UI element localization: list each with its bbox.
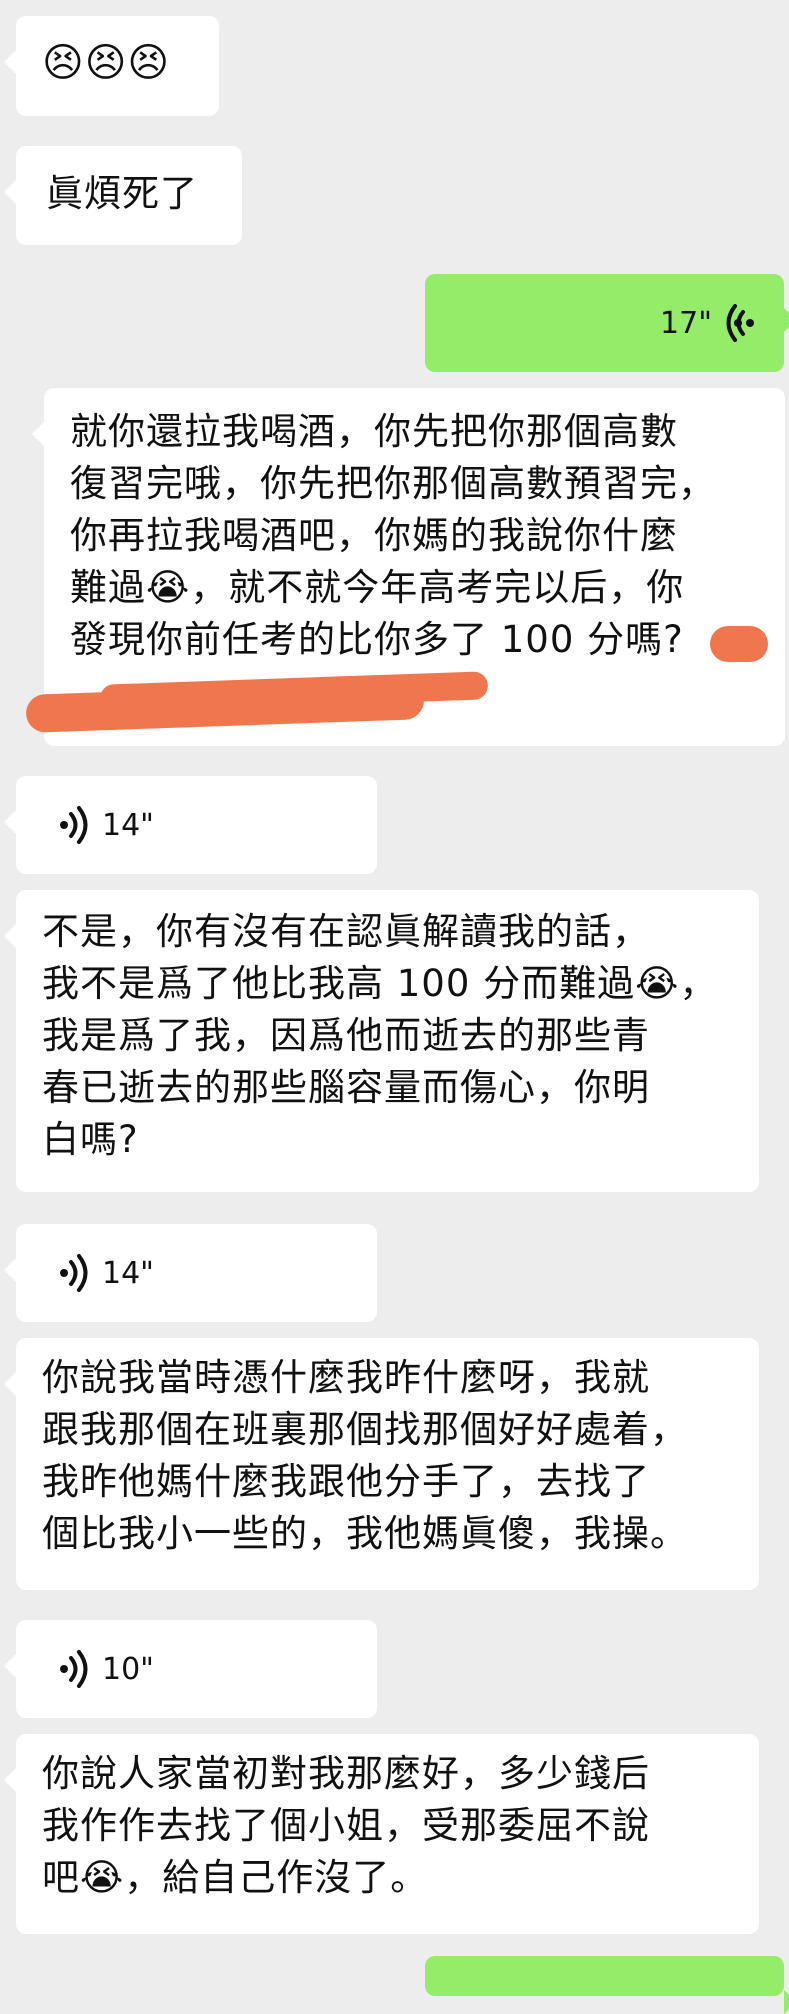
- voice-message-content: 10": [58, 1620, 154, 1718]
- voice-message-content: 14": [58, 1224, 154, 1322]
- message-text: 你說人家當初對我那麼好，多少錢后 我作作去找了個小姐，受那委屈不說 吧😭，給自己…: [42, 1752, 650, 1899]
- voice-message-content: 17": [660, 274, 756, 372]
- voice-wave-icon: [60, 1650, 88, 1688]
- voice-message-bubble-sent[interactable]: 17": [425, 274, 789, 372]
- voice-duration: 14": [102, 1255, 154, 1291]
- voice-message-bubble-received[interactable]: 10": [4, 1620, 377, 1718]
- voice-duration: 17": [660, 305, 712, 341]
- message-bubble-text[interactable]: 眞煩死了: [4, 146, 242, 245]
- message-text: 😣😣😣: [42, 40, 171, 86]
- message-text: 眞煩死了: [46, 172, 198, 215]
- message-bubble-text[interactable]: 你說人家當初對我那麼好，多少錢后 我作作去找了個小姐，受那委屈不說 吧😭，給自己…: [4, 1734, 759, 1934]
- voice-message-content: 14": [58, 776, 154, 874]
- redaction-scribble: [710, 626, 768, 662]
- message-bubble-emoji[interactable]: 😣😣😣: [4, 16, 219, 116]
- message-bubble-text[interactable]: 就你還拉我喝酒，你先把你那個高數 復習完哦，你先把你那個高數預習完， 你再拉我喝…: [25, 388, 785, 746]
- voice-duration: 10": [102, 1651, 154, 1687]
- message-bubble-text[interactable]: 不是，你有沒有在認眞解讀我的話， 我不是爲了他比我高 100 分而難過😭， 我是…: [4, 890, 759, 1192]
- message-bubble-sent-partial[interactable]: [425, 1956, 789, 2014]
- voice-wave-icon: [726, 304, 754, 342]
- message-text: 你說我當時憑什麼我昨什麼呀，我就 跟我那個在班裏那個找那個好好處着， 我昨他媽什…: [42, 1356, 688, 1555]
- message-bubble-text[interactable]: 你說我當時憑什麼我昨什麼呀，我就 跟我那個在班裏那個找那個好好處着， 我昨他媽什…: [4, 1338, 759, 1590]
- voice-message-bubble-received[interactable]: 14": [4, 776, 377, 874]
- voice-wave-icon: [60, 1254, 88, 1292]
- voice-wave-icon: [60, 806, 88, 844]
- voice-duration: 14": [102, 807, 154, 843]
- voice-message-bubble-received[interactable]: 14": [4, 1224, 377, 1322]
- message-text: 就你還拉我喝酒，你先把你那個高數 復習完哦，你先把你那個高數預習完， 你再拉我喝…: [70, 410, 716, 661]
- message-text: 不是，你有沒有在認眞解讀我的話， 我不是爲了他比我高 100 分而難過😭， 我是…: [42, 910, 718, 1161]
